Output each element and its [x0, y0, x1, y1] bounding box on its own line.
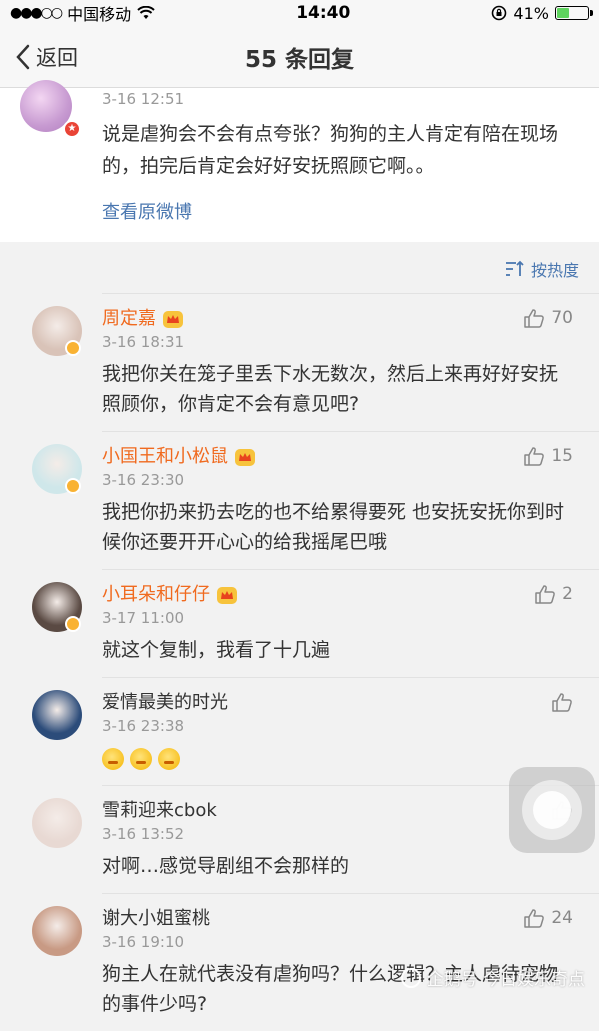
- chevron-left-icon: [16, 44, 30, 70]
- vip-crown-icon: [235, 449, 255, 466]
- comment-text: 我把你扔来扔去吃的也不给累得要死 也安抚安抚你到时候你还要开开心心的给我摇尾巴哦: [102, 501, 565, 553]
- author-name: 小耳朵和仔仔: [102, 584, 210, 605]
- status-left: ●●●○○ 中国移动: [10, 1, 155, 25]
- like-button[interactable]: 2: [534, 584, 573, 604]
- assistive-core: [533, 791, 571, 829]
- emoji-icon: [102, 747, 124, 770]
- assistive-ring: [522, 780, 582, 840]
- wifi-icon: [137, 6, 155, 19]
- page-title: 55 条回复: [244, 46, 354, 73]
- comment-time: 3-16 23:38: [102, 717, 185, 735]
- sort-button[interactable]: 按热度: [505, 257, 579, 281]
- comment-text: 对啊…感觉导剧组不会那样的: [102, 855, 350, 877]
- like-button[interactable]: 70: [523, 308, 573, 328]
- original-post: ★ 3-16 12:51 说是虐狗会不会有点夸张？狗狗的主人肯定有陪在现场的，拍…: [0, 80, 599, 242]
- post-time: 3-16 12:51: [102, 90, 185, 108]
- comment-author[interactable]: 小耳朵和仔仔: [102, 582, 579, 608]
- comment-item[interactable]: 小耳朵和仔仔 3-17 11:00 就这个复制，我看了十几遍 2: [32, 569, 599, 677]
- clock: 14:40: [296, 3, 351, 23]
- vip-badge-icon: [65, 616, 81, 632]
- verified-badge-icon: ★: [63, 120, 81, 138]
- like-count: 24: [551, 908, 573, 928]
- emoji-icon: [130, 747, 152, 770]
- comment-time: 3-17 11:00: [102, 609, 185, 627]
- penguin-logo-icon: [400, 967, 421, 988]
- sort-label: 按热度: [530, 261, 579, 280]
- comment-time: 3-16 13:52: [102, 825, 185, 843]
- battery-fill: [556, 8, 569, 18]
- status-right: 41%: [491, 3, 593, 23]
- like-button[interactable]: 24: [523, 908, 573, 928]
- signal-icon: ●●●○○: [10, 5, 63, 21]
- vip-badge-icon: [65, 478, 81, 494]
- avatar[interactable]: [32, 906, 82, 956]
- comment-list: 周定嘉 3-16 18:31 我把你关在笼子里丢下水无数次，然后上来再好好安抚照顾你…: [0, 293, 599, 1031]
- comment-author[interactable]: 雪莉迎来cbok: [102, 798, 579, 824]
- author-name: 雪莉迎来cbok: [102, 800, 217, 821]
- watermark: 企鹅号 今日娱乐奇点: [400, 965, 585, 990]
- comment-item[interactable]: 周定嘉 3-16 18:31 我把你关在笼子里丢下水无数次，然后上来再好好安抚照顾你…: [32, 293, 599, 431]
- author-name: 爱情最美的时光: [102, 692, 228, 713]
- battery-icon: [554, 6, 593, 20]
- comment-author[interactable]: 谢大小姐蜜桃: [102, 906, 579, 932]
- author-name: 谢大小姐蜜桃: [102, 908, 210, 929]
- avatar[interactable]: [32, 798, 82, 848]
- carrier-label: 中国移动: [67, 5, 132, 24]
- assistive-touch-button[interactable]: [509, 767, 595, 853]
- comment-author[interactable]: 爱情最美的时光: [102, 690, 579, 716]
- back-label: 返回: [36, 46, 78, 70]
- vip-crown-icon: [163, 311, 183, 328]
- watermark-text: 企鹅号 今日娱乐奇点: [426, 970, 585, 990]
- author-name: 周定嘉: [102, 308, 156, 329]
- like-count: 70: [551, 308, 573, 328]
- like-button[interactable]: 15: [523, 446, 573, 466]
- comment-emojis: [102, 743, 579, 773]
- like-count: 15: [551, 446, 573, 466]
- vip-badge-icon: [65, 340, 81, 356]
- comment-item[interactable]: 小国王和小松鼠 3-16 23:30 我把你扔来扔去吃的也不给累得要死 也安抚安抚你…: [32, 431, 599, 569]
- thumbs-up-icon: [524, 309, 545, 328]
- like-button[interactable]: [551, 692, 573, 712]
- sort-bar: 按热度: [0, 245, 599, 293]
- thumbs-up-icon: [535, 585, 556, 604]
- vip-crown-icon: [217, 587, 237, 604]
- comment-item[interactable]: 谢大小姐蜜桃 3-16 19:10 狗主人在就代表没有虐狗吗？什么逻辑？主人虐待宠物…: [32, 893, 599, 1031]
- back-button[interactable]: 返回: [14, 26, 78, 88]
- nav-bar: 返回 55 条回复: [0, 26, 599, 88]
- thumbs-up-icon: [524, 909, 545, 928]
- comment-author[interactable]: 小国王和小松鼠: [102, 444, 579, 470]
- comment-author[interactable]: 周定嘉: [102, 306, 579, 332]
- rotation-lock-icon: [492, 5, 507, 21]
- view-original-link[interactable]: 查看原微博: [0, 182, 599, 224]
- author-name: 小国王和小松鼠: [102, 446, 228, 467]
- sort-icon: [505, 260, 524, 276]
- like-count: 2: [562, 584, 573, 604]
- post-text: 说是虐狗会不会有点夸张？狗狗的主人肯定有陪在现场的，拍完后肯定会好好安抚照顾它啊…: [102, 123, 559, 177]
- comment-time: 3-16 23:30: [102, 471, 185, 489]
- status-bar: ●●●○○ 中国移动 14:40 41%: [0, 0, 599, 26]
- comment-time: 3-16 19:10: [102, 933, 185, 951]
- comment-time: 3-16 18:31: [102, 333, 185, 351]
- comment-text: 我把你关在笼子里丢下水无数次，然后上来再好好安抚照顾你，你肯定不会有意见吧?: [102, 363, 559, 415]
- battery-percent: 41%: [513, 3, 549, 23]
- emoji-icon: [158, 747, 180, 770]
- comment-text: 就这个复制，我看了十几遍: [102, 639, 331, 661]
- thumbs-up-icon: [552, 693, 572, 712]
- thumbs-up-icon: [524, 447, 545, 466]
- avatar[interactable]: [32, 690, 82, 740]
